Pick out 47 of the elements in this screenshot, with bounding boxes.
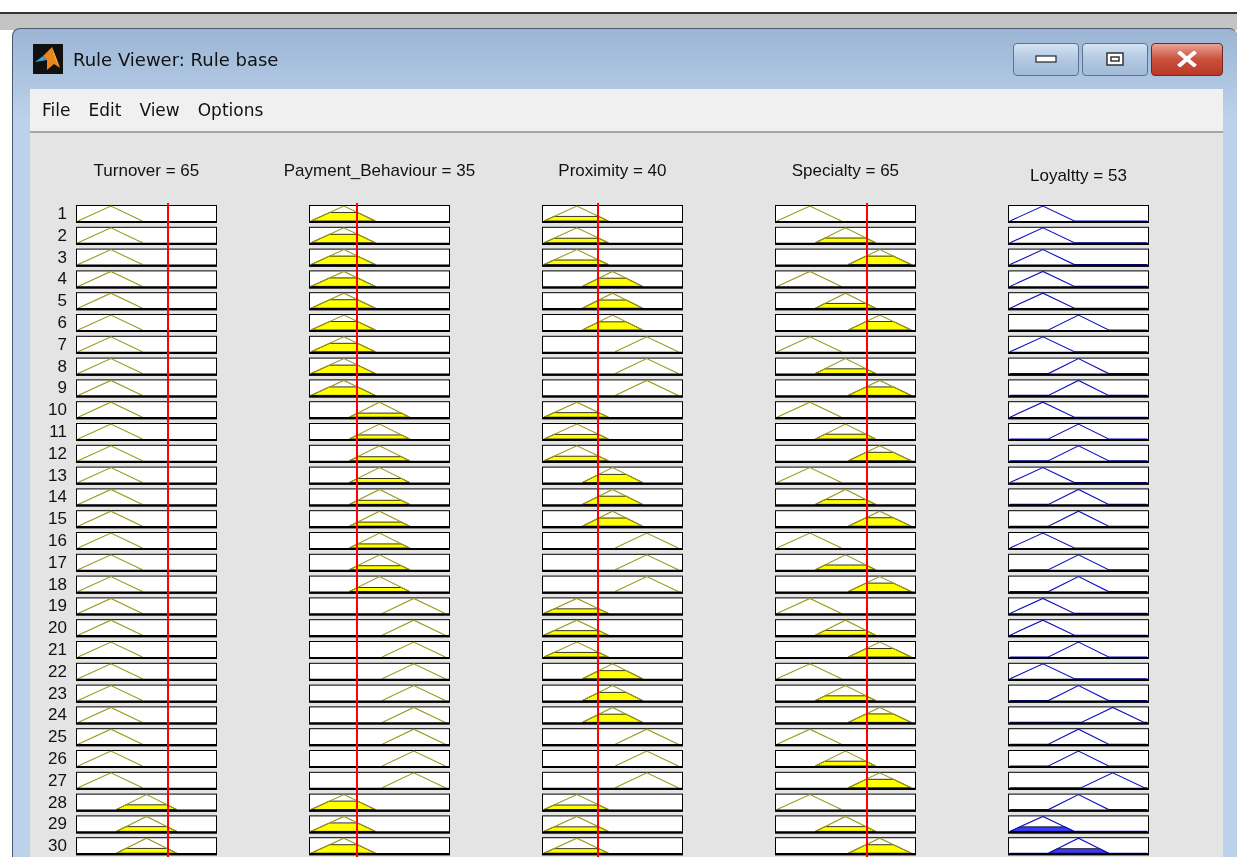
rule-number: 30 (48, 837, 67, 856)
restore-icon (1106, 52, 1124, 66)
close-button[interactable] (1151, 42, 1223, 76)
rule-number: 1 (57, 205, 67, 223)
rule-number: 22 (48, 662, 67, 681)
rule-number: 26 (48, 749, 67, 768)
rule-number: 4 (57, 270, 67, 289)
rule-number: 27 (48, 771, 67, 790)
rule-number: 16 (48, 531, 67, 550)
rule-number: 11 (49, 422, 67, 441)
matlab-logo-icon (33, 44, 63, 74)
rule-number: 21 (48, 640, 67, 659)
rule-number: 20 (48, 619, 67, 638)
maximize-button[interactable] (1082, 42, 1148, 76)
rule-number: 2 (57, 226, 67, 245)
rule-number: 7 (57, 335, 67, 354)
rule-number: 5 (57, 292, 67, 311)
menu-item[interactable]: Edit (80, 98, 130, 122)
rule-number: 12 (48, 444, 67, 463)
rule-number: 14 (48, 488, 67, 507)
rule-number: 8 (57, 357, 67, 376)
variable-label: Proximity = 40 (558, 161, 667, 181)
rule-number: 6 (57, 314, 67, 332)
rule-number: 24 (48, 706, 67, 725)
close-icon (1177, 51, 1197, 67)
menu-item[interactable]: File (34, 98, 79, 122)
minimize-icon (1035, 55, 1057, 63)
rule-number: 29 (48, 815, 67, 834)
rule-number: 13 (48, 466, 67, 485)
variable-label: Turnover = 65 (93, 161, 200, 181)
minimize-button[interactable] (1013, 42, 1079, 76)
rule-number: 18 (48, 575, 67, 594)
rule-number: 17 (48, 553, 67, 572)
rule-number: 23 (48, 684, 67, 703)
rule-number: 3 (57, 248, 67, 267)
rule-number: 19 (48, 597, 67, 616)
rule-number: 25 (48, 728, 67, 747)
variable-label: Loyaltty = 53 (1030, 166, 1127, 186)
rule-number: 28 (48, 793, 67, 812)
window-title: Rule Viewer: Rule base (73, 48, 279, 70)
menu-item[interactable]: Options (189, 98, 272, 122)
menu-item[interactable]: View (131, 98, 188, 122)
rule-number: 10 (48, 401, 67, 420)
rule-number: 9 (57, 379, 67, 398)
rule-number: 15 (48, 510, 67, 529)
variable-label: Payment_Behaviour = 35 (283, 161, 476, 181)
variable-label: Specialty = 65 (791, 161, 900, 181)
